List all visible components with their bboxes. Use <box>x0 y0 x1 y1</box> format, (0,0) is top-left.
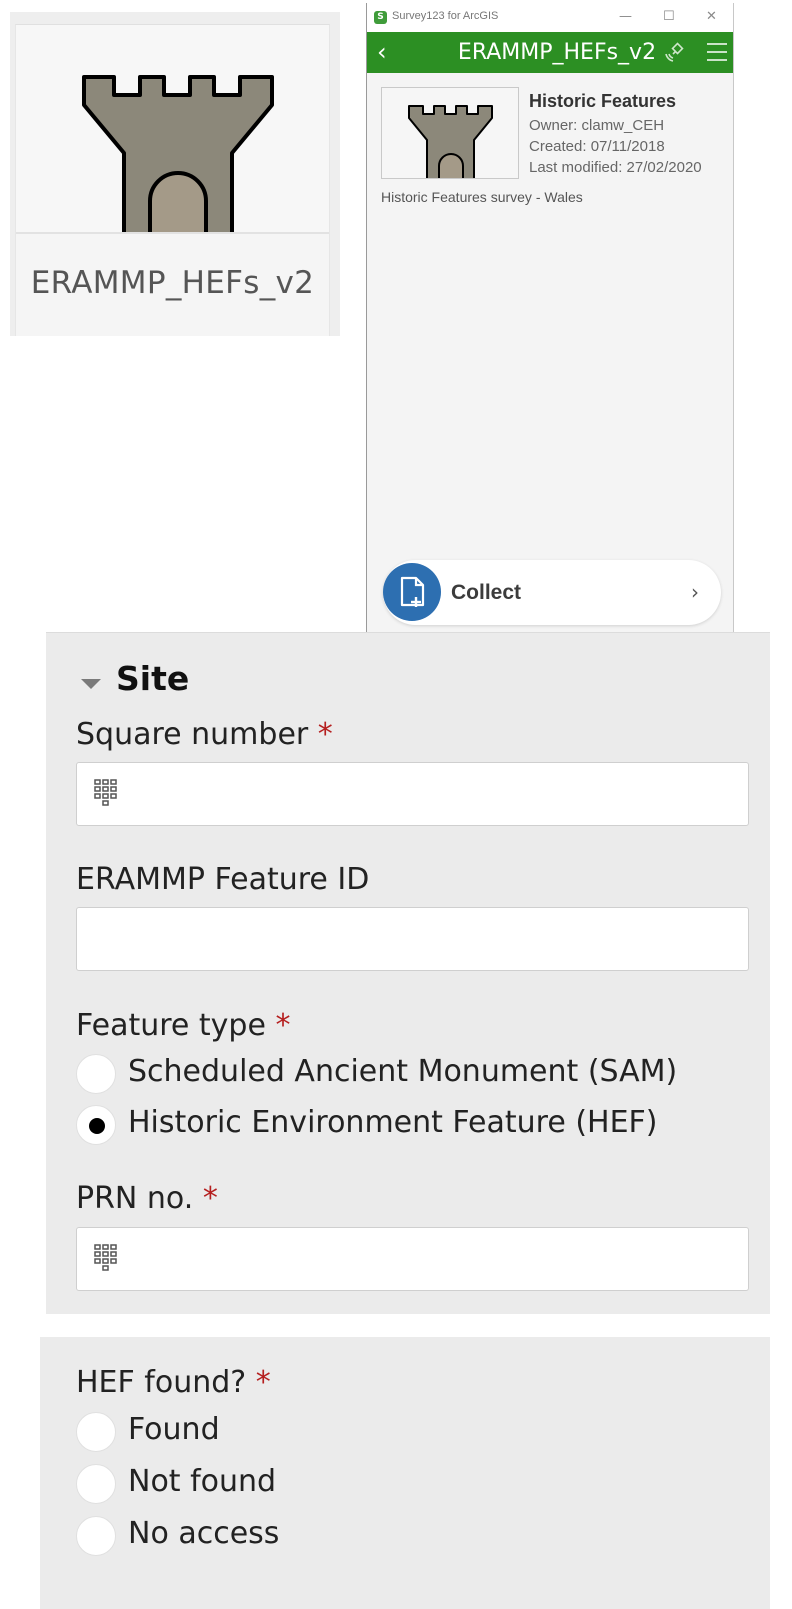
radio-label: Found <box>128 1412 220 1447</box>
numeric-keypad-icon[interactable] <box>93 778 125 812</box>
survey-owner: Owner: clamw_CEH <box>529 117 665 134</box>
survey123-window: S Survey123 for ArcGIS — ☐ ✕ ‹ ERAMMP_HE… <box>366 3 734 633</box>
app-header-title: ERAMMP_HEFs_v2 <box>457 40 657 65</box>
window-titlebar: S Survey123 for ArcGIS — ☐ ✕ <box>367 3 733 32</box>
survey-tile[interactable]: ERAMMP_HEFs_v2 <box>10 12 340 336</box>
chevron-right-icon: › <box>691 580 699 604</box>
square-number-label: Square number * <box>76 717 333 752</box>
radio-button-selected[interactable] <box>76 1105 116 1145</box>
prn-label-text: PRN no. <box>76 1181 203 1216</box>
castle-tower-icon <box>82 75 274 232</box>
prn-input[interactable] <box>76 1227 749 1291</box>
back-button[interactable]: ‹ <box>377 38 387 66</box>
castle-tower-icon <box>408 105 493 178</box>
square-number-input[interactable] <box>76 762 749 826</box>
collect-label: Collect <box>451 581 522 604</box>
hef-found-label: HEF found? * <box>76 1365 271 1400</box>
survey-tile-thumbnail <box>16 25 329 234</box>
radio-button[interactable] <box>76 1516 116 1556</box>
new-document-icon <box>400 576 425 607</box>
close-button[interactable]: ✕ <box>706 9 717 24</box>
minimize-button[interactable]: — <box>619 9 632 24</box>
hamburger-menu-icon[interactable] <box>706 42 728 62</box>
survey-info-thumbnail <box>381 87 519 179</box>
caret-down-icon[interactable] <box>80 677 102 691</box>
feature-type-label: Feature type * <box>76 1008 290 1043</box>
radio-button[interactable] <box>76 1412 116 1452</box>
window-app-name: Survey123 for ArcGIS <box>392 10 499 22</box>
app-header-bar: ‹ ERAMMP_HEFs_v2 <box>367 32 733 73</box>
survey-description: Historic Features survey - Wales <box>381 189 583 205</box>
survey-created-date: Created: 07/11/2018 <box>529 138 665 155</box>
required-asterisk: * <box>275 1008 291 1043</box>
collect-icon-circle <box>383 563 441 621</box>
site-group: Site Square number * ERAMMP Feature ID F… <box>46 632 770 1314</box>
gps-signal-icon[interactable] <box>663 40 687 64</box>
radio-label: No access <box>128 1516 280 1551</box>
square-number-label-text: Square number <box>76 717 318 752</box>
collect-button[interactable]: Collect › <box>383 560 721 625</box>
hef-found-group: HEF found? * Found Not found No access <box>40 1337 770 1609</box>
required-asterisk: * <box>255 1365 271 1400</box>
radio-button[interactable] <box>76 1464 116 1504</box>
survey-info-title: Historic Features <box>529 91 677 111</box>
required-asterisk: * <box>317 717 333 752</box>
prn-label: PRN no. * <box>76 1181 218 1216</box>
feature-id-input[interactable] <box>76 907 749 971</box>
numeric-keypad-icon[interactable] <box>93 1243 125 1277</box>
maximize-button[interactable]: ☐ <box>663 9 675 24</box>
survey123-logo-icon: S <box>374 11 387 24</box>
radio-label: Not found <box>128 1464 277 1499</box>
radio-button[interactable] <box>76 1054 116 1094</box>
survey-modified-date: Last modified: 27/02/2020 <box>529 159 702 176</box>
feature-id-label: ERAMMP Feature ID <box>76 862 370 897</box>
feature-type-label-text: Feature type <box>76 1008 276 1043</box>
radio-selected-dot <box>89 1118 105 1134</box>
required-asterisk: * <box>202 1181 218 1216</box>
survey-tile-card[interactable]: ERAMMP_HEFs_v2 <box>15 24 330 336</box>
survey-tile-title: ERAMMP_HEFs_v2 <box>30 265 315 301</box>
hef-found-label-text: HEF found? <box>76 1365 256 1400</box>
radio-label: Historic Environment Feature (HEF) <box>128 1105 658 1140</box>
radio-label: Scheduled Ancient Monument (SAM) <box>128 1054 678 1089</box>
site-group-title[interactable]: Site <box>116 659 189 698</box>
